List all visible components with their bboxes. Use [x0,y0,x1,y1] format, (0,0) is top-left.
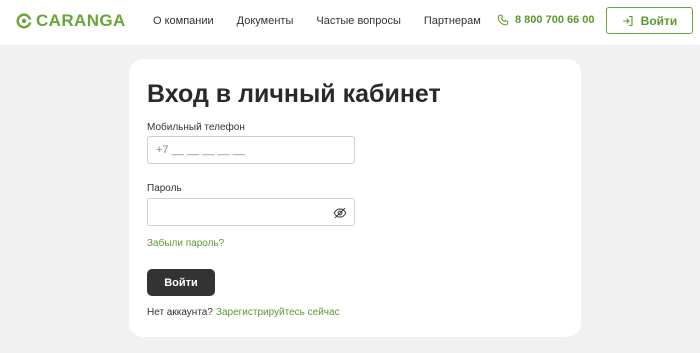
phone-field-label: Мобильный телефон [147,122,245,133]
site-logo[interactable]: CARANGA [16,11,126,31]
header-login-label: Войти [640,13,678,28]
eye-slash-icon [333,207,347,219]
phone-link[interactable]: 8 800 700 66 00 [497,12,595,28]
phone-icon [497,14,509,26]
nav-link-documents[interactable]: Документы [237,13,294,29]
phone-number: 8 800 700 66 00 [515,14,595,26]
forgot-password-link[interactable]: Забыли пароль? [147,238,224,249]
logo-text: CARANGA [36,11,126,30]
nav-link-faq[interactable]: Частые вопросы [316,13,401,29]
login-card: Вход в личный кабинет Мобильный телефон … [129,59,581,337]
password-field[interactable] [147,198,355,226]
caranga-logo-icon [16,13,32,29]
phone-input[interactable] [148,138,326,162]
password-visibility-toggle[interactable] [333,206,347,220]
password-field-label: Пароль [147,183,182,194]
password-input[interactable] [148,200,326,224]
no-account-text: Нет аккаунта? [147,307,213,318]
login-arrow-icon [622,15,633,26]
register-prompt: Нет аккаунта? Зарегистрируйтесь сейчас [147,307,340,318]
site-header: CARANGA О компании Документы Частые вопр… [0,0,700,45]
nav-link-partners[interactable]: Партнерам [424,13,481,29]
header-login-button[interactable]: Войти [606,7,693,34]
main-nav: О компании Документы Частые вопросы Парт… [153,13,481,29]
nav-link-about[interactable]: О компании [153,13,214,29]
page-title: Вход в личный кабинет [147,80,441,108]
register-link[interactable]: Зарегистрируйтесь сейчас [216,307,340,318]
phone-field[interactable] [147,136,355,164]
login-submit-button[interactable]: Войти [147,269,215,296]
